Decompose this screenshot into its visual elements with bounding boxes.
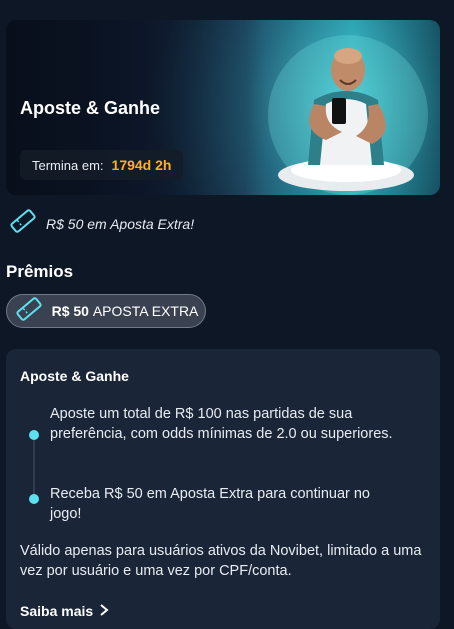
banner-title: Aposte & Ganhe [20, 98, 161, 118]
extra-bet-summary: R$ 50 em Aposta Extra! [8, 208, 194, 239]
timer-label: Termina em: [32, 157, 104, 173]
step-item: Receba R$ 50 em Aposta Extra para contin… [50, 486, 370, 522]
learn-more-label: Saiba mais [20, 603, 94, 619]
chevron-right-icon [99, 603, 109, 619]
promo-details-card: Aposte & Ganhe Aposte um total de R$ 100… [6, 349, 440, 629]
step-item: Aposte um total de R$ 100 nas partidas d… [50, 406, 393, 442]
ticket-icon [14, 296, 44, 327]
step-dot [29, 430, 39, 440]
promo-banner[interactable]: Aposte & Ganhe Termina em: 1794d 2h [6, 20, 440, 195]
ticket-icon [8, 208, 38, 239]
extra-bet-text: R$ 50 em Aposta Extra! [46, 215, 195, 232]
terms-note: Válido apenas para usuários ativos da No… [20, 543, 422, 579]
countdown-timer: Termina em: 1794d 2h [20, 150, 184, 180]
learn-more-link[interactable]: Saiba mais [20, 603, 109, 619]
step-dot [29, 494, 39, 504]
prizes-heading: Prêmios [6, 262, 74, 281]
prize-extra-bet-pill[interactable]: R$ 50 APOSTA EXTRA [6, 294, 206, 328]
prize-label: APOSTA EXTRA [92, 303, 199, 319]
prize-amount: R$ 50 [51, 303, 89, 319]
card-title: Aposte & Ganhe [20, 368, 129, 384]
timer-value: 1794d 2h [111, 157, 172, 173]
banner-illustration [268, 35, 428, 195]
